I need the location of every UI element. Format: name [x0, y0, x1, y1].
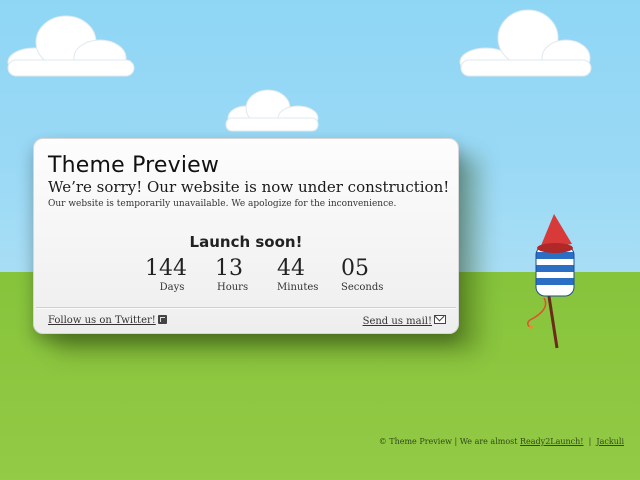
countdown-seconds-label: Seconds: [341, 282, 384, 293]
twitter-link-label[interactable]: Follow us on Twitter!: [48, 315, 156, 326]
author-link[interactable]: Jackuli: [596, 437, 624, 446]
countdown-hours: 13 Hours: [215, 257, 255, 295]
twitter-icon[interactable]: [157, 315, 167, 324]
page-title: Theme Preview: [48, 153, 220, 178]
mail-icon[interactable]: [434, 315, 446, 324]
footer-prefix: © Theme Preview | We are almost: [378, 437, 518, 446]
footer-separator: |: [588, 437, 592, 446]
construction-card: Theme Preview We’re sorry! Our website i…: [33, 138, 459, 334]
launch-heading: Launch soon!: [189, 233, 303, 251]
cloud-right: [459, 9, 592, 77]
card-divider: [36, 307, 456, 309]
subtitle: We’re sorry! Our website is now under co…: [48, 178, 450, 196]
rocket-illustration: [527, 214, 575, 349]
countdown-days-value: 144: [145, 256, 187, 281]
cloud-left: [7, 15, 135, 77]
twitter-link[interactable]: Follow us on Twitter!: [48, 315, 167, 326]
countdown-days: 144 Days: [145, 256, 187, 295]
countdown-minutes-value: 44: [277, 256, 305, 281]
countdown-seconds-value: 05: [341, 256, 369, 281]
cloud-center: [225, 89, 319, 132]
mail-link-label[interactable]: Send us mail!: [363, 316, 432, 327]
countdown-hours-label: Hours: [217, 282, 249, 293]
countdown-hours-value: 13: [215, 256, 243, 281]
footer-credits: © Theme Preview | We are almost Ready2La…: [379, 437, 624, 446]
countdown-days-label: Days: [159, 282, 185, 293]
ready2launch-link[interactable]: Ready2Launch!: [520, 437, 584, 446]
countdown-minutes: 44 Minutes: [277, 257, 327, 295]
mail-link[interactable]: Send us mail!: [363, 315, 446, 327]
description: Our website is temporarily unavailable. …: [48, 199, 397, 209]
countdown-minutes-label: Minutes: [277, 282, 319, 293]
countdown-seconds: 05 Seconds: [341, 257, 391, 295]
